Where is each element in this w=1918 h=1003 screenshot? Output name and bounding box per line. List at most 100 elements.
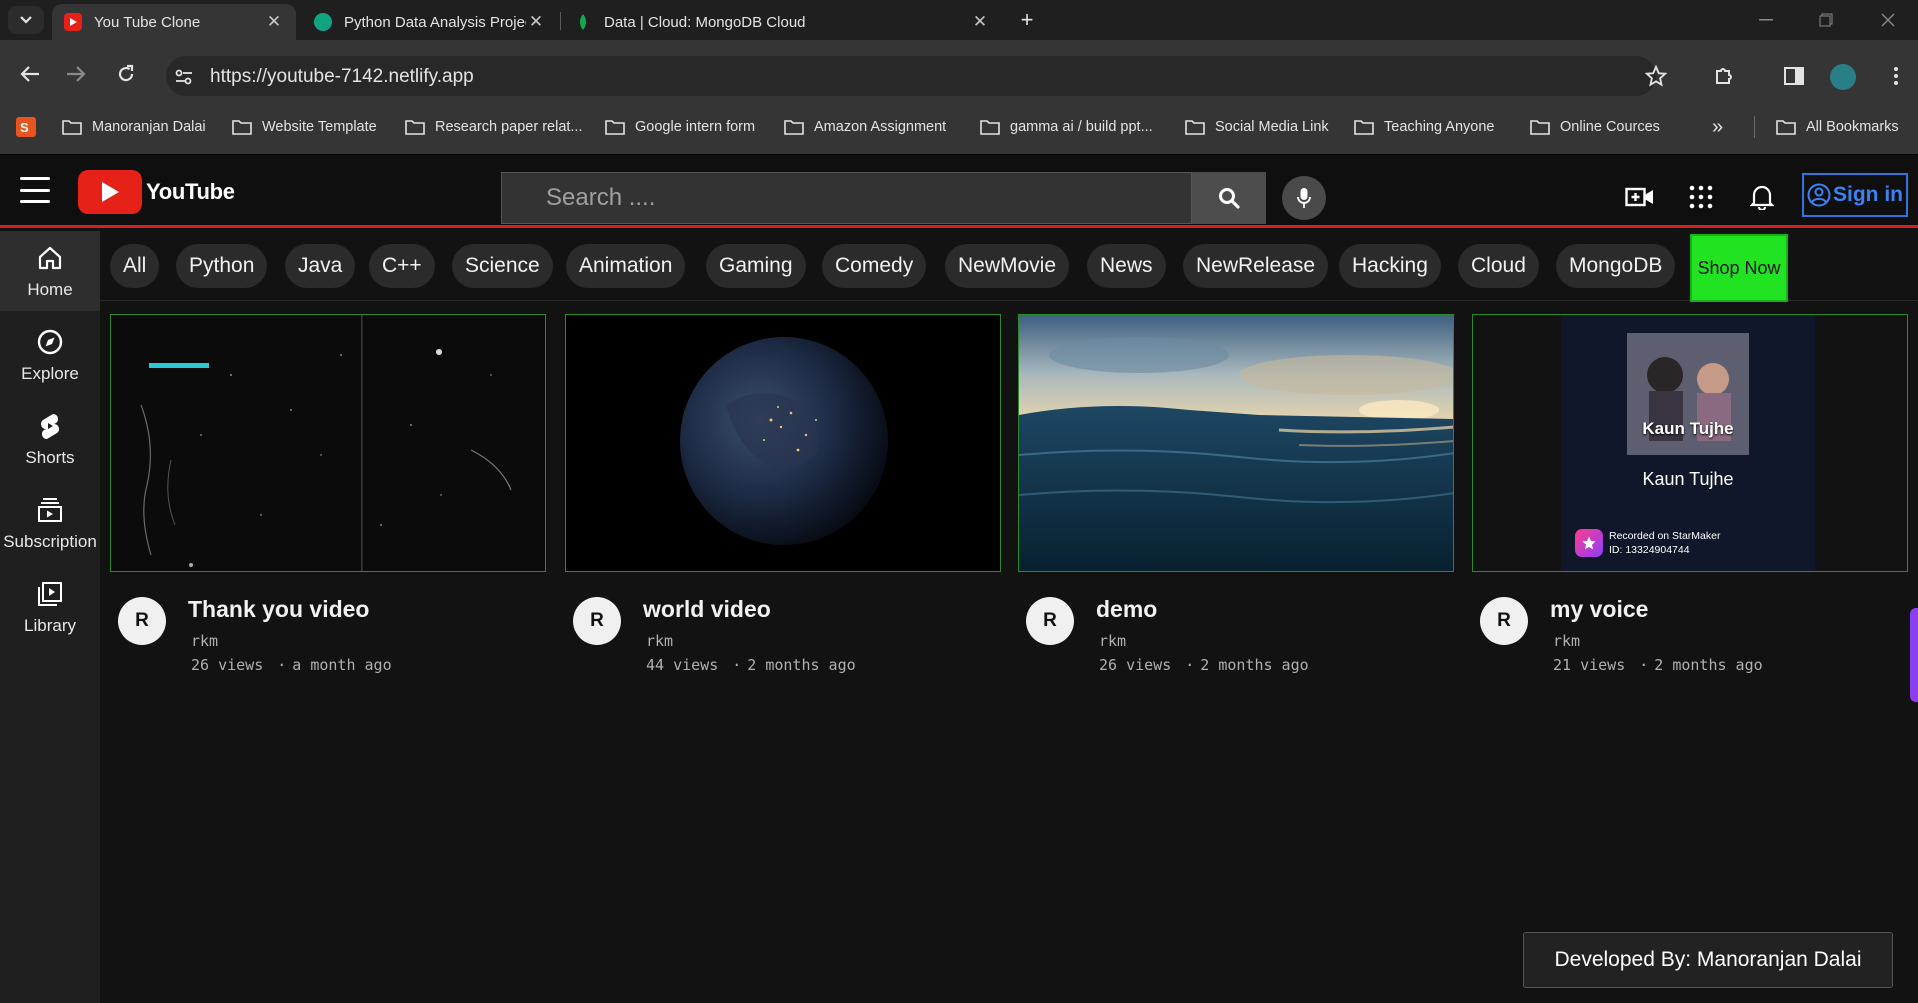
more-bookmarks-button[interactable]: » (1712, 114, 1723, 140)
sidebar-item-label: Home (27, 280, 73, 299)
folder-icon (232, 120, 252, 135)
logo-text: YouTube (146, 179, 235, 204)
bookmark-folder[interactable]: Research paper relat... (405, 114, 583, 140)
apps-grid-button[interactable] (1681, 177, 1721, 217)
tab-close-icon[interactable]: ✕ (970, 12, 990, 32)
tab-close-icon[interactable]: ✕ (264, 12, 284, 32)
tab-youtube-clone[interactable]: You Tube Clone ✕ (52, 4, 296, 40)
chip-hacking[interactable]: Hacking (1339, 244, 1441, 288)
bookmark-folder[interactable]: Teaching Anyone (1354, 114, 1494, 140)
sign-in-button[interactable]: Sign in (1802, 173, 1908, 217)
channel-name[interactable]: rkm (191, 632, 218, 650)
channel-avatar[interactable]: R (573, 597, 621, 645)
sidebar: Home Explore Shorts Subscription Library (0, 231, 100, 1003)
bookmark-folder[interactable]: Google intern form (605, 114, 755, 140)
upload-age: a month ago (292, 656, 392, 674)
close-window-button[interactable] (1858, 0, 1918, 40)
site-info-icon[interactable] (168, 61, 200, 93)
sidebar-item-shorts[interactable]: Shorts (0, 399, 100, 479)
sign-in-label: Sign in (1833, 183, 1903, 206)
notifications-button[interactable] (1742, 177, 1782, 217)
create-video-button[interactable] (1620, 177, 1660, 217)
sidebar-item-library[interactable]: Library (0, 567, 100, 647)
channel-avatar[interactable]: R (1026, 597, 1074, 645)
channel-name[interactable]: rkm (1553, 632, 1580, 650)
restore-button[interactable] (1796, 0, 1856, 40)
tab-python-project[interactable]: Python Data Analysis Project ✕ (302, 4, 558, 40)
youtube-logo[interactable]: YouTube (78, 170, 235, 214)
chip-science[interactable]: Science (452, 244, 553, 288)
folder-icon (1530, 120, 1550, 135)
bookmark-folder[interactable]: Website Template (232, 114, 377, 140)
video-title[interactable]: demo (1096, 596, 1157, 623)
search-button[interactable] (1192, 172, 1266, 224)
channel-name[interactable]: rkm (1099, 632, 1126, 650)
bookmark-label: Online Cources (1560, 119, 1660, 135)
video-thumbnail[interactable] (1018, 314, 1454, 572)
chip-all[interactable]: All (110, 244, 160, 288)
channel-name[interactable]: rkm (646, 632, 673, 650)
minimize-icon (1759, 19, 1773, 21)
bookmarks-divider (1754, 116, 1755, 138)
video-title[interactable]: my voice (1550, 596, 1648, 623)
sidebar-item-home[interactable]: Home (0, 231, 100, 311)
chip-newmovie[interactable]: NewMovie (945, 244, 1070, 288)
restore-icon (1819, 13, 1833, 27)
view-count: 26 views (191, 656, 264, 674)
video-thumbnail[interactable] (110, 314, 546, 572)
voice-search-button[interactable] (1282, 176, 1326, 220)
bookmark-folder[interactable]: gamma ai / build ppt... (980, 114, 1153, 140)
bookmark-label: Research paper relat... (435, 119, 583, 135)
apps-favicon-icon[interactable]: S (16, 114, 36, 140)
menu-kebab-icon[interactable] (1880, 60, 1912, 92)
tab-search-button[interactable] (8, 6, 44, 34)
back-button[interactable] (14, 58, 46, 90)
scroll-indicator[interactable] (1910, 608, 1918, 702)
chip-news[interactable]: News (1087, 244, 1166, 288)
sidebar-item-explore[interactable]: Explore (0, 315, 100, 395)
profile-avatar-icon[interactable] (1830, 64, 1856, 90)
bookmark-star-icon[interactable] (1640, 60, 1672, 92)
url-text[interactable]: https://youtube-7142.netlify.app (210, 66, 474, 88)
side-panel-icon[interactable] (1778, 60, 1810, 92)
chip-gaming[interactable]: Gaming (706, 244, 806, 288)
chip-java[interactable]: Java (285, 244, 356, 288)
shop-now-button[interactable]: Shop Now (1690, 234, 1788, 302)
folder-icon (1185, 120, 1205, 135)
channel-avatar[interactable]: R (118, 597, 166, 645)
chip-mongodb[interactable]: MongoDB (1556, 244, 1676, 288)
bookmark-folder[interactable]: Amazon Assignment (784, 114, 946, 140)
chip-comedy[interactable]: Comedy (822, 244, 927, 288)
channel-avatar[interactable]: R (1480, 597, 1528, 645)
all-bookmarks-folder[interactable]: All Bookmarks (1776, 114, 1899, 140)
reload-button[interactable] (110, 58, 142, 90)
bookmark-folder[interactable]: Manoranjan Dalai (62, 114, 206, 140)
new-tab-button[interactable]: + (1012, 6, 1042, 34)
minimize-button[interactable] (1736, 0, 1796, 40)
upload-age: 2 months ago (747, 656, 856, 674)
category-chip-bar: All Python Java C++ Science Animation Ga… (100, 231, 1918, 301)
bookmark-folder[interactable]: Online Cources (1530, 114, 1660, 140)
chip-python[interactable]: Python (176, 244, 268, 288)
arrow-right-icon (67, 66, 86, 82)
bookmark-folder[interactable]: Social Media Link (1185, 114, 1329, 140)
sidebar-item-subscription[interactable]: Subscription (0, 483, 100, 563)
video-thumbnail[interactable]: Kaun Tujhe Kaun Tujhe Recorded on StarMa… (1472, 314, 1908, 572)
chip-cloud[interactable]: Cloud (1458, 244, 1539, 288)
chatgpt-favicon-icon (314, 13, 332, 31)
video-thumbnail[interactable] (565, 314, 1001, 572)
hamburger-menu-icon[interactable] (20, 177, 50, 203)
folder-icon (1354, 120, 1374, 135)
forward-button[interactable] (60, 58, 92, 90)
search-input[interactable] (501, 172, 1192, 224)
chip-newrelease[interactable]: NewRelease (1183, 244, 1329, 288)
extensions-icon[interactable] (1708, 60, 1740, 92)
folder-icon (62, 120, 82, 135)
video-title[interactable]: world video (643, 596, 771, 623)
folder-icon (605, 120, 625, 135)
video-title[interactable]: Thank you video (188, 596, 369, 623)
tab-close-icon[interactable]: ✕ (526, 12, 546, 32)
chip-cpp[interactable]: C++ (369, 244, 435, 288)
chip-animation[interactable]: Animation (566, 244, 686, 288)
tab-mongodb-cloud[interactable]: Data | Cloud: MongoDB Cloud ✕ (562, 4, 1002, 40)
